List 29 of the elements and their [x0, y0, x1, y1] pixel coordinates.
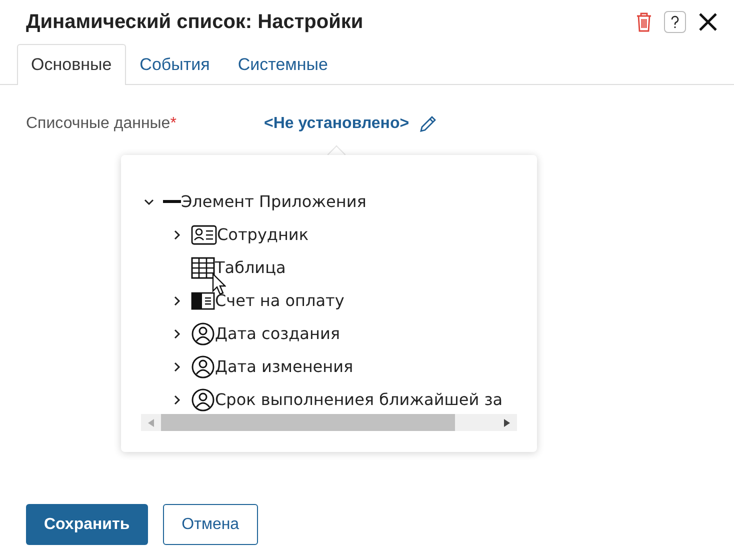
tree-item[interactable]: Дата изменения [215, 357, 354, 376]
tab[interactable]: Основные [17, 44, 126, 85]
document-icon [191, 292, 215, 310]
value-link[interactable]: <Не установлено> [264, 115, 410, 133]
save-button[interactable]: Сохранить [26, 504, 148, 545]
help-button[interactable] [664, 11, 686, 33]
tab[interactable]: Системные [224, 44, 342, 85]
window-title: Динамический список: Настройки [26, 10, 364, 34]
dash-icon [163, 200, 181, 204]
tree-item[interactable]: Таблица [215, 258, 286, 277]
user-icon [191, 388, 215, 412]
tab[interactable]: События [126, 44, 224, 85]
tree-item[interactable]: Элемент Приложения [181, 192, 366, 211]
contact-card-icon [191, 224, 217, 244]
close-icon[interactable] [698, 12, 718, 32]
trash-icon[interactable] [636, 12, 652, 32]
cancel-button[interactable]: Отмена [162, 504, 258, 545]
field-label: Списочные данные* [26, 115, 178, 133]
tree-item[interactable]: Счет на оплату [215, 291, 344, 310]
pencil-icon[interactable] [419, 115, 438, 133]
user-icon [191, 322, 215, 346]
scroll-right-icon[interactable] [504, 418, 510, 426]
horizontal-scrollbar[interactable] [141, 414, 517, 431]
help-icon [670, 15, 680, 29]
table-icon [191, 256, 215, 278]
tree-item[interactable]: Дата создания [215, 324, 340, 343]
tree-item[interactable]: Сотрудник [217, 225, 308, 244]
user-icon [191, 354, 215, 378]
tree-item[interactable]: Срок выполнениея ближайшей за [215, 390, 503, 409]
